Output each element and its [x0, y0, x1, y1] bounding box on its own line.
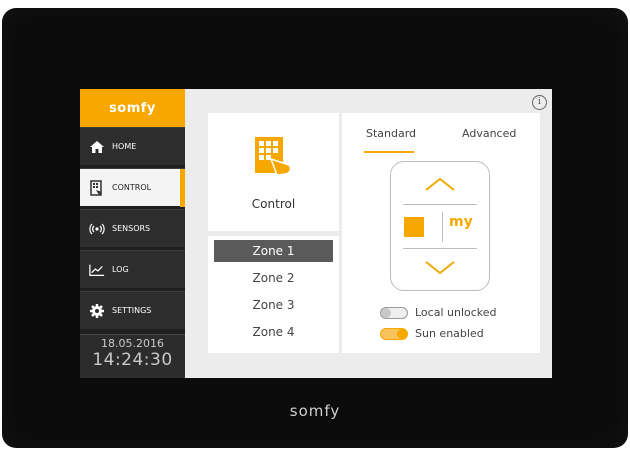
- sidebar: somfy HOME CONTROL SENSORS LOG SETTINGS …: [80, 89, 185, 378]
- local-unlocked-toggle-row[interactable]: Local unlocked: [380, 306, 497, 319]
- sidebar-item-label: HOME: [112, 142, 137, 151]
- zone-item-1[interactable]: Zone 1: [214, 240, 333, 262]
- my-button[interactable]: my: [449, 214, 473, 230]
- info-icon[interactable]: i: [532, 95, 547, 110]
- zone-item-4[interactable]: Zone 4: [214, 321, 333, 343]
- sidebar-item-settings[interactable]: SETTINGS: [80, 291, 185, 329]
- sensor-signal-icon: [89, 221, 105, 237]
- toggle-label: Sun enabled: [415, 327, 484, 340]
- divider: [442, 212, 443, 242]
- divider: [403, 204, 477, 205]
- control-label: Control: [251, 197, 296, 211]
- control-panel[interactable]: Control: [208, 113, 339, 231]
- tab-standard[interactable]: Standard: [366, 127, 416, 140]
- chart-line-icon: [89, 262, 105, 278]
- zone-item-2[interactable]: Zone 2: [214, 267, 333, 289]
- sidebar-item-label: LOG: [112, 265, 129, 274]
- gear-icon: [89, 303, 105, 319]
- sidebar-item-log[interactable]: LOG: [80, 250, 185, 288]
- active-tab-underline: [364, 151, 414, 153]
- divider: [403, 248, 477, 249]
- clock: 18.05.2016 14:24:30: [80, 334, 185, 378]
- chevron-down-icon[interactable]: [424, 260, 456, 280]
- sidebar-item-home[interactable]: HOME: [80, 127, 185, 165]
- touch-screen: somfy HOME CONTROL SENSORS LOG SETTINGS …: [80, 89, 552, 378]
- facade-control-icon: [89, 179, 105, 196]
- chevron-up-icon[interactable]: [424, 176, 456, 196]
- device-brand-label: somfy: [289, 402, 341, 420]
- local-unlocked-toggle[interactable]: [380, 306, 408, 319]
- facade-control-icon: [253, 135, 295, 181]
- home-icon: [89, 139, 105, 155]
- main-area: i Control Zone 1 Zone 2 Zone 3 Zone 4 St…: [185, 89, 552, 378]
- clock-time: 14:24:30: [92, 350, 173, 370]
- sun-enabled-toggle-row[interactable]: Sun enabled: [380, 327, 484, 340]
- zone-list: Zone 1 Zone 2 Zone 3 Zone 4: [208, 236, 339, 353]
- sidebar-item-sensors[interactable]: SENSORS: [80, 209, 185, 247]
- tab-advanced[interactable]: Advanced: [462, 127, 516, 140]
- remote-panel: Standard Advanced my Local unlocked Sun …: [342, 113, 540, 353]
- sidebar-item-label: SETTINGS: [112, 306, 152, 315]
- clock-date: 18.05.2016: [101, 337, 164, 350]
- sidebar-item-label: SENSORS: [112, 224, 151, 233]
- stop-icon[interactable]: [404, 217, 424, 237]
- sidebar-item-label: CONTROL: [112, 183, 152, 192]
- toggle-label: Local unlocked: [415, 306, 497, 319]
- somfy-logo: somfy: [80, 89, 185, 127]
- sidebar-item-control[interactable]: CONTROL: [80, 168, 185, 207]
- remote-control: my: [390, 161, 490, 291]
- sun-enabled-toggle[interactable]: [380, 327, 408, 340]
- zone-item-3[interactable]: Zone 3: [214, 294, 333, 316]
